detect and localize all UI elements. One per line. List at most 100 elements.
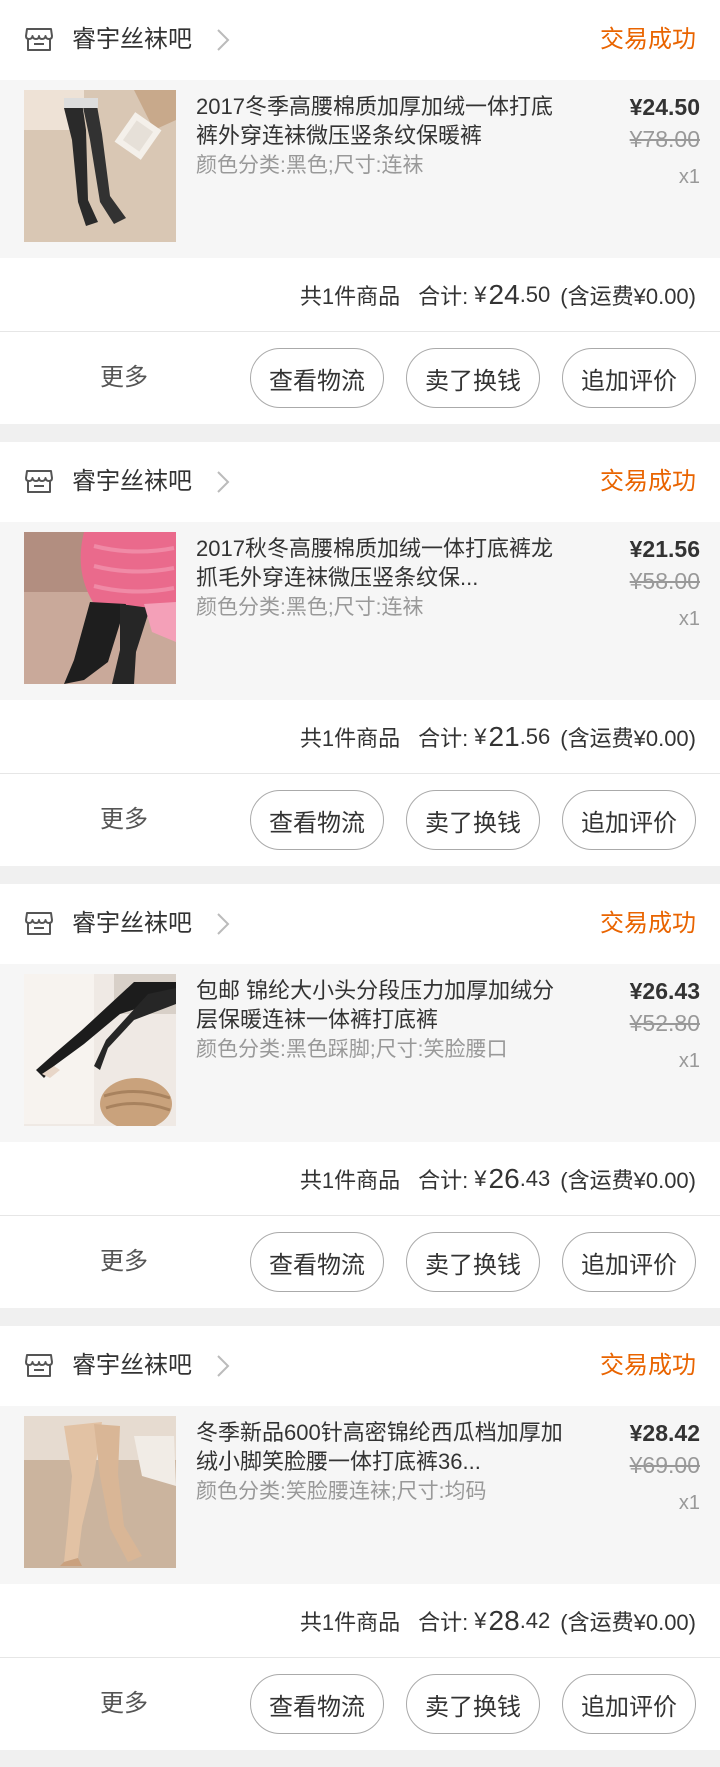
resell-button[interactable]: 卖了换钱	[406, 1674, 540, 1734]
order-item[interactable]: 2017冬季高腰棉质加厚加绒一体打底裤外穿连袜微压竖条纹保暖裤 颜色分类:黑色;…	[0, 80, 720, 258]
order-separator	[0, 1308, 720, 1326]
order-card: 睿宇丝袜吧 交易成功 冬季新品600针高密锦纶西瓜档加厚加绒小脚笑脸腰一体打底裤…	[0, 1326, 720, 1767]
order-separator	[0, 1750, 720, 1767]
resell-button[interactable]: 卖了换钱	[406, 348, 540, 408]
order-item[interactable]: 包邮 锦纶大小头分段压力加厚加绒分层保暖连袜一体裤打底裤 颜色分类:黑色踩脚;尺…	[0, 964, 720, 1142]
total-amount-decimal: .43	[519, 1165, 551, 1191]
order-total: 共1件商品 合计: ¥ 26 .43 (含运费¥0.00)	[0, 1142, 720, 1216]
more-button[interactable]: 更多	[100, 1686, 148, 1722]
order-card: 睿宇丝袜吧 交易成功 2017冬季高腰棉质加厚加绒一体打底裤外穿连袜微压竖条纹保…	[0, 0, 720, 442]
view-logistics-button[interactable]: 查看物流	[250, 1232, 384, 1292]
order-item[interactable]: 冬季新品600针高密锦纶西瓜档加厚加绒小脚笑脸腰一体打底裤36... 颜色分类:…	[0, 1406, 720, 1584]
currency-symbol: ¥	[474, 281, 487, 307]
shipping-fee: (含运费¥0.00)	[560, 1167, 696, 1193]
view-logistics-button[interactable]: 查看物流	[250, 348, 384, 408]
order-card-body: 睿宇丝袜吧 交易成功 2017秋冬高腰棉质加绒一体打底裤龙抓毛外穿连袜微压竖条纹…	[0, 442, 720, 866]
product-price: ¥21.56	[629, 536, 700, 562]
shipping-fee: (含运费¥0.00)	[560, 283, 696, 309]
currency-symbol: ¥	[474, 1165, 487, 1191]
shop-name[interactable]: 睿宇丝袜吧	[72, 22, 192, 58]
total-label: 合计:	[418, 1167, 469, 1193]
total-amount-integer: 28	[488, 1604, 520, 1636]
resell-button[interactable]: 卖了换钱	[406, 1232, 540, 1292]
shop-icon	[25, 912, 53, 935]
item-count: 共1件商品	[299, 1609, 401, 1635]
add-review-button[interactable]: 追加评价	[562, 1674, 696, 1734]
more-button[interactable]: 更多	[100, 802, 148, 838]
product-title[interactable]: 包邮 锦纶大小头分段压力加厚加绒分层保暖连袜一体裤打底裤	[196, 976, 568, 1034]
shop-icon	[25, 28, 53, 51]
shipping-fee: (含运费¥0.00)	[560, 725, 696, 751]
order-total: 共1件商品 合计: ¥ 24 .50 (含运费¥0.00)	[0, 258, 720, 332]
tights-image	[24, 974, 176, 1126]
order-total: 共1件商品 合计: ¥ 21 .56 (含运费¥0.00)	[0, 700, 720, 774]
order-status: 交易成功	[600, 26, 696, 53]
pantyhose-image	[24, 90, 176, 242]
original-price: ¥58.00	[629, 568, 700, 594]
product-sku: 颜色分类:黑色;尺寸:连袜	[196, 596, 424, 619]
order-actions: 更多 查看物流 卖了换钱 追加评价	[0, 774, 720, 866]
add-review-button[interactable]: 追加评价	[562, 348, 696, 408]
total-amount-decimal: .42	[519, 1607, 551, 1633]
product-sku: 颜色分类:黑色踩脚;尺寸:笑脸腰口	[196, 1038, 508, 1061]
order-total: 共1件商品 合计: ¥ 28 .42 (含运费¥0.00)	[0, 1584, 720, 1658]
original-price: ¥78.00	[629, 126, 700, 152]
shop-header[interactable]: 睿宇丝袜吧 交易成功	[0, 442, 720, 522]
shop-name[interactable]: 睿宇丝袜吧	[72, 1348, 192, 1384]
product-price: ¥24.50	[629, 94, 700, 120]
total-label: 合计:	[418, 283, 469, 309]
product-thumbnail[interactable]	[24, 90, 176, 242]
shop-header[interactable]: 睿宇丝袜吧 交易成功	[0, 1326, 720, 1406]
chevron-right-icon	[217, 1355, 230, 1377]
product-sku: 颜色分类:黑色;尺寸:连袜	[196, 154, 424, 177]
currency-symbol: ¥	[474, 1607, 487, 1633]
item-count: 共1件商品	[299, 725, 401, 751]
product-title[interactable]: 2017秋冬高腰棉质加绒一体打底裤龙抓毛外穿连袜微压竖条纹保...	[196, 534, 568, 592]
shop-name[interactable]: 睿宇丝袜吧	[72, 464, 192, 500]
item-count: 共1件商品	[299, 283, 401, 309]
order-card: 睿宇丝袜吧 交易成功 2017秋冬高腰棉质加绒一体打底裤龙抓毛外穿连袜微压竖条纹…	[0, 442, 720, 884]
shop-header[interactable]: 睿宇丝袜吧 交易成功	[0, 0, 720, 80]
product-thumbnail[interactable]	[24, 974, 176, 1126]
order-actions: 更多 查看物流 卖了换钱 追加评价	[0, 332, 720, 424]
currency-symbol: ¥	[474, 723, 487, 749]
total-amount-integer: 24	[488, 278, 520, 310]
chevron-right-icon	[217, 29, 230, 51]
order-card-body: 睿宇丝袜吧 交易成功 包邮 锦纶大小头分段压力加厚加绒分层保暖连袜一体裤打底裤	[0, 884, 720, 1308]
order-card-body: 睿宇丝袜吧 交易成功 2017冬季高腰棉质加厚加绒一体打底裤外穿连袜微压竖条纹保…	[0, 0, 720, 424]
product-quantity: x1	[678, 1492, 700, 1514]
order-status: 交易成功	[600, 1352, 696, 1379]
total-label: 合计:	[418, 725, 469, 751]
product-thumbnail[interactable]	[24, 1416, 176, 1568]
order-list: 睿宇丝袜吧 交易成功 2017冬季高腰棉质加厚加绒一体打底裤外穿连袜微压竖条纹保…	[0, 0, 720, 1767]
shop-name[interactable]: 睿宇丝袜吧	[72, 906, 192, 942]
view-logistics-button[interactable]: 查看物流	[250, 790, 384, 850]
add-review-button[interactable]: 追加评价	[562, 790, 696, 850]
total-amount-integer: 21	[488, 720, 520, 752]
product-title[interactable]: 2017冬季高腰棉质加厚加绒一体打底裤外穿连袜微压竖条纹保暖裤	[196, 92, 568, 150]
product-thumbnail[interactable]	[24, 532, 176, 684]
add-review-button[interactable]: 追加评价	[562, 1232, 696, 1292]
total-amount-decimal: .50	[519, 281, 551, 307]
view-logistics-button[interactable]: 查看物流	[250, 1674, 384, 1734]
product-title[interactable]: 冬季新品600针高密锦纶西瓜档加厚加绒小脚笑脸腰一体打底裤36...	[196, 1418, 568, 1476]
shipping-fee: (含运费¥0.00)	[560, 1609, 696, 1635]
item-count: 共1件商品	[299, 1167, 401, 1193]
more-button[interactable]: 更多	[100, 360, 148, 396]
total-label: 合计:	[418, 1609, 469, 1635]
order-separator	[0, 866, 720, 884]
resell-button[interactable]: 卖了换钱	[406, 790, 540, 850]
order-card: 睿宇丝袜吧 交易成功 包邮 锦纶大小头分段压力加厚加绒分层保暖连袜一体裤打底裤	[0, 884, 720, 1326]
order-status: 交易成功	[600, 910, 696, 937]
order-actions: 更多 查看物流 卖了换钱 追加评价	[0, 1216, 720, 1308]
product-price: ¥28.42	[629, 1420, 700, 1446]
order-actions: 更多 查看物流 卖了换钱 追加评价	[0, 1658, 720, 1750]
order-item[interactable]: 2017秋冬高腰棉质加绒一体打底裤龙抓毛外穿连袜微压竖条纹保... 颜色分类:黑…	[0, 522, 720, 700]
chevron-right-icon	[217, 913, 230, 935]
more-button[interactable]: 更多	[100, 1244, 148, 1280]
tights-image	[24, 1416, 176, 1568]
shop-icon	[25, 1354, 53, 1377]
original-price: ¥52.80	[629, 1010, 700, 1036]
shop-header[interactable]: 睿宇丝袜吧 交易成功	[0, 884, 720, 964]
product-quantity: x1	[678, 1050, 700, 1072]
